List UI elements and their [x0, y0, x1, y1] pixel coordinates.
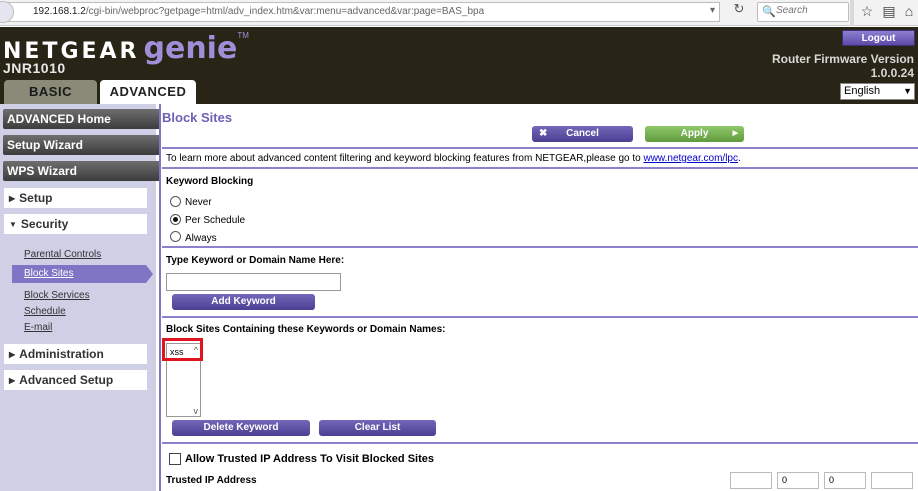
sidebar-item-schedule[interactable]: Schedule: [24, 306, 66, 317]
search-icon: 🔍: [762, 6, 776, 18]
info-text-line: To learn more about advanced content fil…: [166, 153, 741, 164]
divider: [162, 316, 918, 318]
sidebar-section-label: Administration: [19, 347, 104, 361]
sidebar-section-advanced-setup[interactable]: ▶ Advanced Setup: [4, 370, 147, 390]
bookmark-star-icon[interactable]: ☆: [858, 3, 876, 20]
triangle-right-icon: ▶: [732, 130, 738, 137]
divider: [162, 246, 918, 248]
sidebar-section-security[interactable]: ▼ Security: [4, 214, 147, 234]
lpc-link[interactable]: www.netgear.com/lpc: [643, 153, 738, 164]
delete-keyword-button[interactable]: Delete Keyword: [172, 420, 310, 436]
model-name: JNR1010: [3, 60, 66, 76]
radio-per-schedule[interactable]: [170, 214, 181, 225]
language-value: English: [844, 85, 881, 97]
divider: [162, 167, 918, 169]
toolbar-divider: [850, 0, 854, 26]
trusted-ip-label: Trusted IP Address: [166, 475, 257, 486]
apply-button[interactable]: Apply ▶: [645, 126, 744, 142]
sidebar-section-administration[interactable]: ▶ Administration: [4, 344, 147, 364]
search-input[interactable]: [776, 5, 846, 16]
sidebar-wps-wizard[interactable]: WPS Wizard: [3, 161, 161, 181]
search-box[interactable]: 🔍: [757, 2, 849, 22]
sidebar-section-setup[interactable]: ▶ Setup: [4, 188, 147, 208]
url-host: 192.168.1.2: [33, 6, 86, 17]
url-text[interactable]: 192.168.1.2/cgi-bin/webproc?getpage=html…: [33, 6, 484, 17]
trusted-ip-octet-1[interactable]: [730, 472, 772, 489]
page-title: Block Sites: [162, 110, 233, 125]
allow-trusted-label: Allow Trusted IP Address To Visit Blocke…: [185, 453, 434, 465]
clear-list-button[interactable]: Clear List: [319, 420, 436, 436]
site-identity-icon[interactable]: [0, 1, 14, 23]
chevron-down-icon: ▼: [903, 86, 912, 96]
sidebar-section-label: Security: [20, 217, 69, 231]
reload-icon[interactable]: ↻: [729, 1, 749, 17]
triangle-right-icon: ▶: [9, 350, 16, 359]
add-keyword-button[interactable]: Add Keyword: [172, 294, 315, 310]
radio-never-label: Never: [185, 197, 212, 208]
tab-advanced[interactable]: ADVANCED: [100, 80, 196, 104]
sidebar-item-block-services[interactable]: Block Services: [24, 290, 90, 301]
browser-toolbar: 192.168.1.2/cgi-bin/webproc?getpage=html…: [0, 0, 918, 26]
radio-always[interactable]: [170, 231, 181, 242]
trusted-ip-octet-2[interactable]: 0: [777, 472, 819, 489]
sidebar-advanced-home[interactable]: ADVANCED Home: [3, 109, 161, 129]
apply-label: Apply: [680, 128, 709, 139]
close-icon: ✖: [539, 128, 548, 139]
scroll-down-icon[interactable]: v: [194, 406, 199, 416]
type-keyword-label: Type Keyword or Domain Name Here:: [166, 255, 345, 266]
main-content: Block Sites ✖ Cancel Apply ▶ To learn more…: [161, 104, 918, 491]
info-text: To learn more about advanced content fil…: [166, 153, 641, 164]
url-path: /cgi-bin/webproc?getpage=html/adv_index.…: [85, 6, 485, 17]
sidebar-item-email[interactable]: E-mail: [24, 322, 52, 333]
triangle-down-icon: ▼: [9, 220, 17, 229]
cancel-button[interactable]: ✖ Cancel: [532, 126, 633, 142]
language-select[interactable]: English ▼: [840, 83, 915, 100]
highlight-annotation: [162, 338, 203, 361]
keyword-blocking-label: Keyword Blocking: [166, 176, 254, 187]
cancel-label: Cancel: [566, 128, 599, 139]
radio-per-schedule-label: Per Schedule: [185, 215, 246, 226]
triangle-right-icon: ▶: [9, 376, 16, 385]
address-bar[interactable]: 192.168.1.2/cgi-bin/webproc?getpage=html…: [0, 1, 720, 23]
keyword-input[interactable]: [166, 273, 341, 291]
firmware-label: Router Firmware Version: [771, 52, 914, 66]
trademark: TM: [237, 31, 249, 40]
chevron-down-icon[interactable]: ▾: [710, 5, 715, 16]
block-list-label: Block Sites Containing these Keywords or…: [166, 324, 446, 335]
triangle-right-icon: ▶: [9, 194, 16, 203]
divider: [162, 147, 918, 149]
divider: [162, 442, 918, 444]
product-name: genie: [143, 31, 238, 66]
active-arrow-icon: [146, 265, 153, 283]
logout-button[interactable]: Logout: [842, 30, 915, 46]
home-icon[interactable]: ⌂: [900, 3, 918, 19]
sidebar-setup-wizard[interactable]: Setup Wizard: [3, 135, 161, 155]
firmware-version: 1.0.0.24: [870, 66, 914, 80]
tab-basic[interactable]: BASIC: [4, 80, 97, 104]
radio-always-label: Always: [185, 233, 217, 244]
trusted-ip-octet-3[interactable]: 0: [824, 472, 866, 489]
router-header: NETGEAR genieTM JNR1010 Logout Router Fir…: [0, 27, 918, 104]
sidebar-item-block-sites[interactable]: Block Sites: [24, 268, 73, 279]
sidebar-section-label: Advanced Setup: [19, 373, 114, 387]
allow-trusted-checkbox[interactable]: [169, 453, 181, 465]
radio-never[interactable]: [170, 196, 181, 207]
trusted-ip-octet-4[interactable]: [871, 472, 913, 489]
sidebar-section-label: Setup: [19, 191, 53, 205]
info-period: .: [737, 153, 741, 164]
sidebar-item-parental-controls[interactable]: Parental Controls: [24, 249, 101, 260]
bookmarks-menu-icon[interactable]: ▤: [880, 3, 898, 20]
sidebar: ADVANCED Home Setup Wizard WPS Wizard ▶ S…: [0, 104, 161, 491]
